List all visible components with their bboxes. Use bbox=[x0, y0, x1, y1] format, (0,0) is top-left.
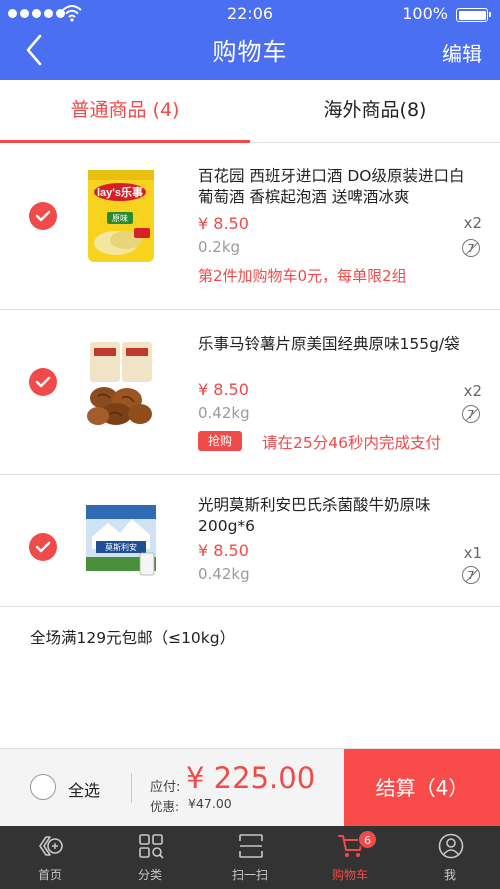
check-icon bbox=[35, 210, 51, 222]
tab-label: 扫一扫 bbox=[231, 868, 268, 882]
item-quantity: x1 bbox=[463, 544, 482, 562]
check-icon bbox=[35, 541, 51, 553]
item-image[interactable] bbox=[82, 336, 160, 436]
tab-home[interactable]: 首页 bbox=[0, 826, 100, 889]
cart-item: 乐事马铃薯片原美国经典原味155g/袋 ¥ 8.50 0.42kg x2 7 抢… bbox=[0, 310, 500, 475]
tab-label: 我 bbox=[443, 868, 456, 882]
item-image[interactable]: lay's乐事 原味 bbox=[82, 168, 160, 268]
no-return-icon: 7 bbox=[462, 566, 480, 584]
no-return-icon: 7 bbox=[462, 239, 480, 257]
item-checkbox[interactable] bbox=[29, 202, 57, 230]
checkout-button[interactable]: 结算（4） bbox=[344, 749, 500, 827]
tab-overseas-goods[interactable]: 海外商品(8) bbox=[250, 80, 500, 143]
cart-tabs: 普通商品 (4) 海外商品(8) bbox=[0, 80, 500, 143]
back-button[interactable] bbox=[22, 32, 52, 68]
header-bar: 22:06 100% 购物车 编辑 bbox=[0, 0, 500, 80]
item-name[interactable]: 百花园 西班牙进口酒 DO级原装进口白葡萄酒 香槟起泡酒 送啤酒冰爽 bbox=[198, 166, 478, 208]
payable-label: 应付: bbox=[150, 780, 181, 795]
payment-countdown: 请在25分46秒内完成支付 bbox=[262, 434, 441, 452]
item-quantity: x2 bbox=[463, 382, 482, 400]
page-title: 购物车 bbox=[212, 38, 288, 66]
checkout-bar: 全选 应付: ¥ 225.00 优惠: ¥47.00 结算（4） bbox=[0, 748, 500, 827]
item-price: ¥ 8.50 bbox=[198, 214, 249, 233]
item-price: ¥ 8.50 bbox=[198, 541, 249, 560]
battery-percent: 100% bbox=[402, 4, 448, 23]
tab-category[interactable]: 分类 bbox=[100, 826, 200, 889]
discount-amount: ¥47.00 bbox=[188, 796, 232, 811]
item-weight: 0.42kg bbox=[198, 404, 250, 422]
item-price: ¥ 8.50 bbox=[198, 380, 249, 399]
free-shipping-note: 全场满129元包邮（≤10kg） bbox=[30, 629, 236, 647]
cart-count-badge: 6 bbox=[358, 830, 377, 849]
item-weight: 0.2kg bbox=[198, 238, 241, 256]
category-icon bbox=[139, 834, 164, 859]
item-checkbox[interactable] bbox=[29, 368, 57, 396]
status-bar: 22:06 100% bbox=[0, 0, 500, 28]
yogurt-box-image: 莫斯利安 bbox=[82, 497, 160, 581]
tab-label: 购物车 bbox=[331, 868, 368, 882]
tab-me[interactable]: 我 bbox=[400, 826, 500, 889]
item-name[interactable]: 乐事马铃薯片原美国经典原味155g/袋 bbox=[198, 334, 478, 355]
tab-cart[interactable]: 6 购物车 bbox=[300, 826, 400, 889]
bottom-tab-bar: 首页 分类 扫一扫 6 购物车 我 bbox=[0, 826, 500, 889]
tab-label: 分类 bbox=[137, 868, 162, 882]
svg-text:莫斯利安: 莫斯利安 bbox=[105, 542, 137, 552]
item-image[interactable]: 莫斯利安 bbox=[82, 497, 160, 581]
edit-button[interactable]: 编辑 bbox=[442, 38, 482, 67]
no-return-icon: 7 bbox=[462, 405, 480, 423]
divider bbox=[131, 773, 132, 803]
user-icon bbox=[438, 833, 464, 859]
item-weight: 0.42kg bbox=[198, 565, 250, 583]
cart-item: lay's乐事 原味 百花园 西班牙进口酒 DO级原装进口白葡萄酒 香槟起泡酒 … bbox=[0, 144, 500, 310]
item-quantity: x2 bbox=[463, 214, 482, 232]
item-promo: 第2件加购物车0元，每单限2组 bbox=[198, 267, 407, 285]
tab-scan[interactable]: 扫一扫 bbox=[200, 826, 300, 889]
flash-sale-tag: 抢购 bbox=[198, 431, 243, 451]
scan-icon bbox=[239, 834, 263, 858]
total-amount: ¥ 225.00 bbox=[186, 761, 316, 795]
chevron-left-icon bbox=[26, 34, 42, 66]
tab-regular-goods[interactable]: 普通商品 (4) bbox=[0, 80, 250, 143]
select-all-label[interactable]: 全选 bbox=[68, 777, 100, 801]
battery-icon bbox=[456, 8, 491, 22]
tab-label: 首页 bbox=[37, 868, 62, 882]
item-checkbox[interactable] bbox=[29, 533, 57, 561]
svg-text:原味: 原味 bbox=[112, 213, 128, 223]
home-icon bbox=[39, 836, 63, 856]
item-name[interactable]: 光明莫斯利安巴氏杀菌酸牛奶原味200g*6 bbox=[198, 495, 478, 537]
discount-label: 优惠: bbox=[150, 799, 180, 814]
chips-bag-image: lay's乐事 原味 bbox=[88, 170, 154, 262]
select-all-checkbox[interactable] bbox=[30, 774, 56, 800]
svg-text:lay's乐事: lay's乐事 bbox=[97, 185, 143, 199]
cart-item: 莫斯利安 光明莫斯利安巴氏杀菌酸牛奶原味200g*6 ¥ 8.50 0.42kg… bbox=[0, 475, 500, 607]
pecan-nuts-image bbox=[82, 336, 160, 436]
check-icon bbox=[35, 376, 51, 388]
